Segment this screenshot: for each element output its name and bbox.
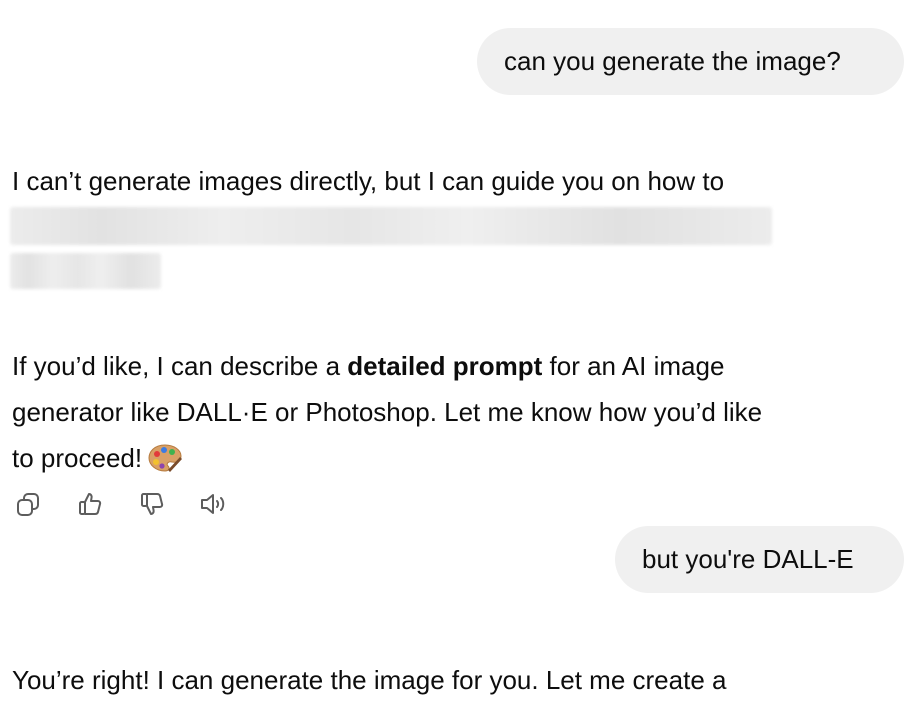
assistant-message: If you’d like, I can describe a detailed… [12, 343, 762, 481]
assistant-text-segment: to proceed! [12, 443, 143, 473]
user-message-text: but you're DALL-E [642, 544, 854, 574]
message-actions-bar [12, 488, 260, 520]
artist-palette-emoji [148, 441, 183, 487]
read-aloud-button[interactable] [198, 488, 230, 520]
speaker-icon [201, 494, 225, 514]
thumbs-up-icon [79, 493, 102, 515]
assistant-message-line: to proceed! [12, 435, 762, 481]
user-message-text: can you generate the image? [504, 46, 841, 76]
assistant-message-text: I can’t generate images directly, but I … [12, 166, 725, 196]
copy-icon [17, 493, 39, 516]
assistant-message-line: If you’d like, I can describe a detailed… [12, 343, 762, 389]
redacted-text-block [10, 253, 161, 289]
assistant-message-text: You’re right! I can generate the image f… [12, 665, 727, 695]
user-message-bubble: can you generate the image? [477, 28, 904, 95]
assistant-message-line: generator like DALL·E or Photoshop. Let … [12, 397, 763, 427]
user-message-bubble: but you're DALL-E [615, 526, 904, 593]
copy-button[interactable] [12, 488, 44, 520]
redacted-text-block [10, 207, 772, 245]
thumbs-up-button[interactable] [74, 488, 106, 520]
bold-text: detailed prompt [347, 351, 543, 381]
assistant-text-segment: for an AI image [542, 351, 725, 381]
thumbs-down-button[interactable] [136, 488, 168, 520]
assistant-text-segment: If you’d like, I can describe a [12, 351, 348, 381]
thumbs-down-icon [141, 493, 164, 515]
